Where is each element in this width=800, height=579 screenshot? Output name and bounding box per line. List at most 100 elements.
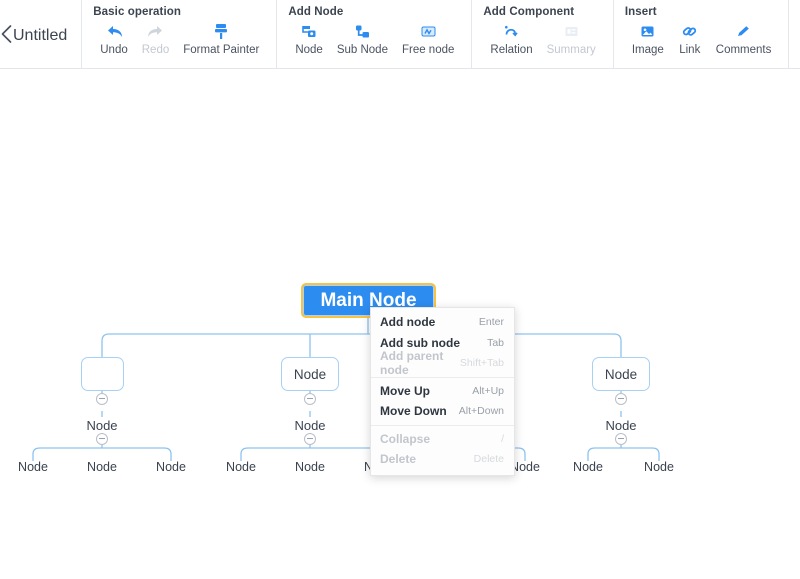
group-title: Add Node: [288, 6, 344, 18]
toolbar-button-redo[interactable]: Redo: [135, 21, 177, 56]
node-label: Node: [87, 460, 117, 474]
toolbar-button-format-painter[interactable]: Format Painter: [176, 21, 266, 56]
image-icon: [636, 21, 660, 42]
back-button[interactable]: [0, 0, 13, 68]
toolbar-label: Sub Node: [336, 44, 388, 56]
toolbar-button-comments[interactable]: Comments: [709, 21, 779, 56]
mindmap-leaf-node[interactable]: Node: [80, 459, 124, 475]
toolbar-group-add-component: Add Component Relation Summary: [471, 0, 612, 68]
menu-item-label: Add sub node: [380, 335, 460, 350]
toolbar-label: Node: [295, 44, 323, 56]
node-label: Node: [226, 460, 256, 474]
toolbar-label: Format Painter: [183, 44, 260, 56]
menu-item-shortcut: Enter: [478, 316, 504, 329]
toolbar-label: Redo: [141, 44, 170, 56]
collapse-toggle-child-3[interactable]: [615, 433, 627, 445]
toolbar-button-summary[interactable]: Summary: [540, 21, 603, 56]
context-menu-item-add-parent-node: Add parent node Shift+Tab: [371, 349, 514, 377]
toolbar-group-add-node: Add Node Node Sub Node Free node: [276, 0, 471, 68]
mindmap-branch-node-1[interactable]: [81, 357, 124, 391]
summary-icon: [559, 21, 583, 42]
menu-item-shortcut: Shift+Tab: [459, 357, 504, 370]
toolbar-button-image[interactable]: Image: [625, 21, 671, 56]
mindmap-leaf-node[interactable]: Node: [637, 459, 681, 475]
menu-item-shortcut: Tab: [487, 336, 504, 349]
menu-item-shortcut: Alt+Up: [472, 384, 504, 397]
toolbar-label: Link: [679, 44, 701, 56]
collapse-toggle-child-2[interactable]: [304, 433, 316, 445]
mindmap-child-node-1[interactable]: Node: [78, 417, 126, 434]
mindmap-child-node-3[interactable]: Node: [597, 417, 645, 434]
context-menu-item-move-down[interactable]: Move Down Alt+Down: [371, 401, 514, 422]
node-label: Node: [604, 366, 638, 382]
mindmap-canvas[interactable]: Main Node Node Node Node Node Node Node …: [0, 69, 800, 579]
toolbar-label: Comments: [715, 44, 772, 56]
menu-item-label: Collapse: [380, 431, 431, 446]
node-label: Node: [573, 460, 603, 474]
mindmap-leaf-node[interactable]: Node: [219, 459, 263, 475]
redo-arrow-icon: [144, 21, 168, 42]
context-menu-item-delete: Delete Delete: [371, 449, 514, 470]
group-title: Add Component: [483, 6, 575, 18]
mindmap-branch-node-3[interactable]: Node: [592, 357, 650, 391]
app-toolbar: Untitled Basic operation Undo Redo Forma…: [0, 0, 800, 69]
group-title: Insert: [624, 6, 657, 18]
mindmap-leaf-node[interactable]: Node: [149, 459, 193, 475]
mindmap-branch-node-2[interactable]: Node: [281, 357, 339, 391]
toolbar-button-free-node[interactable]: Free node: [395, 21, 461, 56]
collapse-toggle-child-1[interactable]: [96, 433, 108, 445]
toolbar-group-basic-operation: Basic operation Undo Redo Format Painter: [81, 0, 276, 68]
node-label: Node: [18, 460, 48, 474]
toolbar-label: Image: [631, 44, 664, 56]
node-label: Node: [644, 460, 674, 474]
collapse-toggle-branch-3[interactable]: [615, 393, 627, 405]
menu-item-label: Move Down: [380, 404, 447, 419]
menu-item-shortcut: Delete: [473, 453, 504, 466]
node-label: Node: [605, 418, 637, 433]
menu-item-label: Add node: [380, 315, 436, 330]
menu-item-shortcut: Alt+Down: [458, 405, 504, 418]
add-node-icon: [297, 21, 321, 42]
context-menu-item-add-node[interactable]: Add node Enter: [371, 312, 514, 333]
comment-pen-icon: [732, 21, 756, 42]
menu-item-label: Delete: [380, 452, 417, 467]
chevron-left-icon: [0, 24, 13, 49]
paint-brush-icon: [209, 21, 233, 42]
toolbar-group-insert: Insert Image Link Comments: [612, 0, 789, 68]
toolbar-label: Summary: [546, 44, 596, 56]
toolbar-label: Relation: [490, 44, 533, 56]
undo-arrow-icon: [102, 21, 126, 42]
collapse-toggle-branch-1[interactable]: [96, 393, 108, 405]
toolbar-button-node[interactable]: Node: [288, 21, 330, 56]
toolbar-button-sub-node[interactable]: Sub Node: [330, 21, 395, 56]
mindmap-leaf-node[interactable]: Node: [11, 459, 55, 475]
menu-separator: [371, 424, 514, 426]
context-menu-item-move-up[interactable]: Move Up Alt+Up: [371, 381, 514, 402]
node-label: Node: [86, 418, 118, 433]
toolbar-button-undo[interactable]: Undo: [93, 21, 135, 56]
toolbar-button-link[interactable]: Link: [671, 21, 709, 56]
mindmap-leaf-node[interactable]: Node: [566, 459, 610, 475]
toolbar-button-relation[interactable]: Relation: [483, 21, 539, 56]
document-title[interactable]: Untitled: [13, 0, 81, 68]
node-label: Node: [293, 366, 327, 382]
add-sub-node-icon: [350, 21, 374, 42]
free-node-icon: [416, 21, 440, 42]
node-label: Node: [295, 460, 325, 474]
collapse-toggle-branch-2[interactable]: [304, 393, 316, 405]
node-context-menu[interactable]: Add node Enter Add sub node Tab Add pare…: [370, 307, 515, 476]
menu-item-label: Add parent node: [380, 349, 444, 378]
toolbar-group-tool-settings: Tool Settings Save: [788, 0, 800, 68]
mindmap-leaf-node[interactable]: Node: [288, 459, 332, 475]
link-icon: [678, 21, 702, 42]
node-label: Node: [156, 460, 186, 474]
node-label: Node: [294, 418, 326, 433]
context-menu-item-collapse: Collapse /: [371, 429, 514, 450]
menu-item-label: Move Up: [380, 383, 431, 398]
group-title: Basic operation: [93, 6, 182, 18]
toolbar-label: Free node: [401, 44, 455, 56]
mindmap-child-node-2[interactable]: Node: [286, 417, 334, 434]
relation-arrow-icon: [500, 21, 524, 42]
toolbar-label: Undo: [100, 44, 128, 56]
menu-item-shortcut: /: [501, 432, 504, 445]
